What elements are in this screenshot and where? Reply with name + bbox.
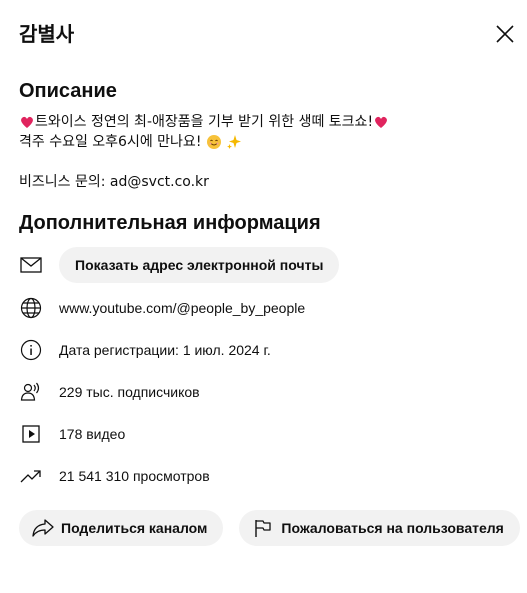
heart-emoji-icon: [375, 116, 387, 128]
email-row: Показать адрес электронной почты: [19, 247, 340, 283]
show-email-button[interactable]: Показать адрес электронной почты: [59, 247, 340, 283]
report-user-button[interactable]: Пожаловаться на пользователя: [239, 510, 520, 546]
channel-title: 감별사: [19, 22, 75, 46]
description-text: 트와이스 정연의 최-애장품을 기부 받기 위한 생떼 토크쇼! 격주 수요일 …: [19, 112, 389, 152]
additional-info-heading: Дополнительная информация: [19, 212, 321, 234]
subscriber-count: 229 тыс. подписчиков: [59, 384, 200, 400]
sparkles-emoji-icon: [227, 135, 242, 149]
channel-url-row: www.youtube.com/@people_by_people: [19, 290, 305, 326]
globe-icon: [19, 296, 43, 320]
view-count: 21 541 310 просмотров: [59, 468, 210, 484]
share-channel-button[interactable]: Поделиться каналом: [19, 510, 224, 546]
channel-url-link[interactable]: www.youtube.com/@people_by_people: [59, 298, 305, 318]
share-icon: [31, 516, 55, 540]
subscribers-icon: [19, 380, 43, 404]
description-line-1: 트와이스 정연의 최-애장품을 기부 받기 위한 생떼 토크쇼!: [19, 112, 389, 132]
description-heading: Описание: [19, 80, 117, 102]
registration-row: Дата регистрации: 1 июл. 2024 г.: [19, 332, 271, 368]
flag-icon: [251, 516, 275, 540]
video-play-icon: [19, 422, 43, 446]
mail-icon: [19, 253, 43, 277]
trending-icon: [19, 464, 43, 488]
heart-emoji-icon: [21, 116, 33, 128]
subscribers-row: 229 тыс. подписчиков: [19, 374, 200, 410]
description-line-2: 격주 수요일 오후6시에 만나요!: [19, 132, 389, 152]
close-icon[interactable]: [493, 22, 517, 46]
videos-row: 178 видео: [19, 416, 125, 452]
video-count: 178 видео: [59, 426, 126, 442]
registration-date: Дата регистрации: 1 июл. 2024 г.: [59, 342, 271, 358]
info-icon: [19, 338, 43, 362]
report-user-label: Пожаловаться на пользователя: [281, 520, 504, 536]
views-row: 21 541 310 просмотров: [19, 458, 210, 494]
share-channel-label: Поделиться каналом: [61, 520, 208, 536]
business-contact: 비즈니스 문의: ad@svct.co.kr: [19, 174, 209, 190]
action-buttons: Поделиться каналом Пожаловаться на польз…: [19, 510, 520, 546]
smile-emoji-icon: [207, 135, 222, 149]
